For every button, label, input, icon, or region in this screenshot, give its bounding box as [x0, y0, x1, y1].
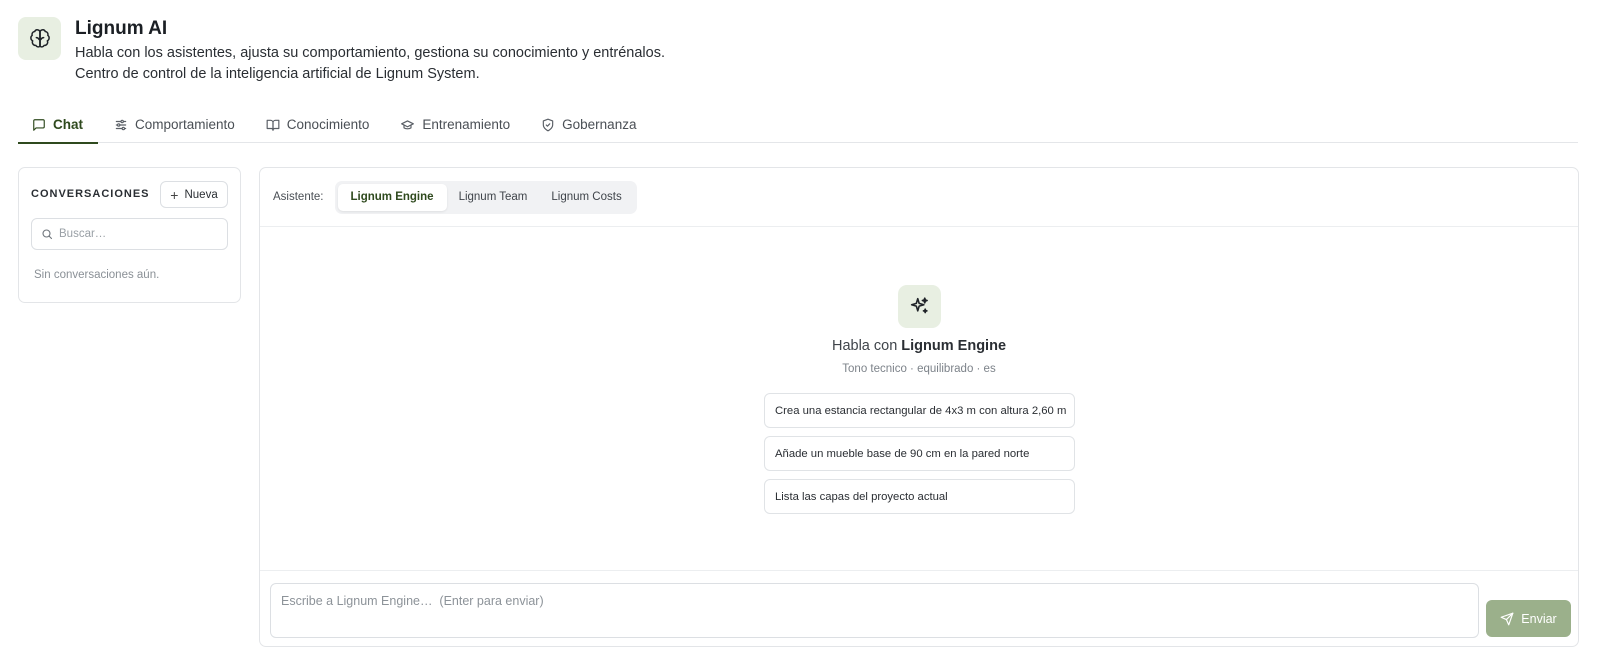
book-open-icon — [266, 119, 280, 131]
suggestion-button[interactable]: Crea una estancia rectangular de 4x3 m c… — [764, 393, 1075, 428]
page-header: Lignum AI Habla con los asistentes, ajus… — [18, 17, 665, 85]
suggestion-list: Crea una estancia rectangular de 4x3 m c… — [764, 393, 1075, 522]
conversations-title: CONVERSACIONES — [31, 188, 150, 200]
graduation-cap-icon — [401, 119, 415, 129]
sparkles-icon — [898, 285, 941, 328]
search-box[interactable] — [31, 218, 228, 250]
tab-label: Chat — [53, 117, 83, 132]
tab-gobernanza[interactable]: Gobernanza — [527, 106, 651, 143]
page-description: Habla con los asistentes, ajusta su comp… — [75, 45, 665, 61]
intro-heading: Habla con Lignum Engine — [260, 338, 1578, 354]
send-icon — [1500, 612, 1514, 625]
chat-panel: Asistente: Lignum Engine Lignum Team Lig… — [259, 167, 1579, 647]
suggestion-button[interactable]: Lista las capas del proyecto actual — [764, 479, 1075, 514]
message-composer: Enviar — [260, 570, 1578, 648]
tab-label: Gobernanza — [562, 117, 637, 132]
conversations-panel: CONVERSACIONES + Nueva Sin conversacione… — [18, 167, 241, 303]
search-icon — [42, 229, 53, 240]
tab-conocimiento[interactable]: Conocimiento — [252, 106, 385, 143]
plus-icon: + — [170, 186, 179, 203]
intro-tone: Tono tecnico · equilibrado · es — [842, 363, 996, 375]
tab-label: Conocimiento — [286, 117, 370, 132]
message-square-icon — [33, 118, 45, 131]
tab-label: Entrenamiento — [422, 117, 511, 132]
assistant-option-lignum-team[interactable]: Lignum Team — [447, 184, 540, 211]
send-button[interactable]: Enviar — [1486, 600, 1571, 637]
tab-comportamiento[interactable]: Comportamiento — [100, 106, 250, 143]
intro-prefix: Habla con — [831, 338, 898, 354]
assistant-option-lignum-costs[interactable]: Lignum Costs — [539, 184, 633, 211]
empty-state-text: Sin conversaciones aún. — [34, 269, 160, 281]
suggestion-button[interactable]: Añade un mueble base de 90 cm en la pare… — [764, 436, 1075, 471]
assistant-selector: Lignum Engine Lignum Team Lignum Costs — [334, 180, 637, 214]
new-conversation-label: Nueva — [184, 188, 218, 201]
sliders-icon — [115, 119, 127, 130]
tab-chat[interactable]: Chat — [18, 106, 98, 144]
message-input[interactable] — [270, 583, 1479, 638]
assistant-selector-bar: Asistente: Lignum Engine Lignum Team Lig… — [260, 168, 1578, 227]
shield-check-icon — [542, 118, 554, 131]
assistant-label: Asistente: — [273, 191, 324, 203]
brain-icon — [18, 17, 61, 60]
tab-label: Comportamiento — [135, 117, 235, 132]
page-title: Lignum AI — [75, 18, 168, 39]
send-label: Enviar — [1521, 611, 1557, 626]
new-conversation-button[interactable]: + Nueva — [160, 181, 228, 208]
tab-bar: Chat Comportamiento Conocimiento Entrena… — [18, 106, 1578, 144]
search-input[interactable] — [59, 228, 219, 240]
intro-assistant-name: Lignum Engine — [901, 338, 1007, 354]
tab-entrenamiento[interactable]: Entrenamiento — [386, 106, 525, 143]
page-subtitle: Centro de control de la inteligencia art… — [75, 66, 480, 82]
assistant-option-lignum-engine[interactable]: Lignum Engine — [337, 183, 447, 211]
